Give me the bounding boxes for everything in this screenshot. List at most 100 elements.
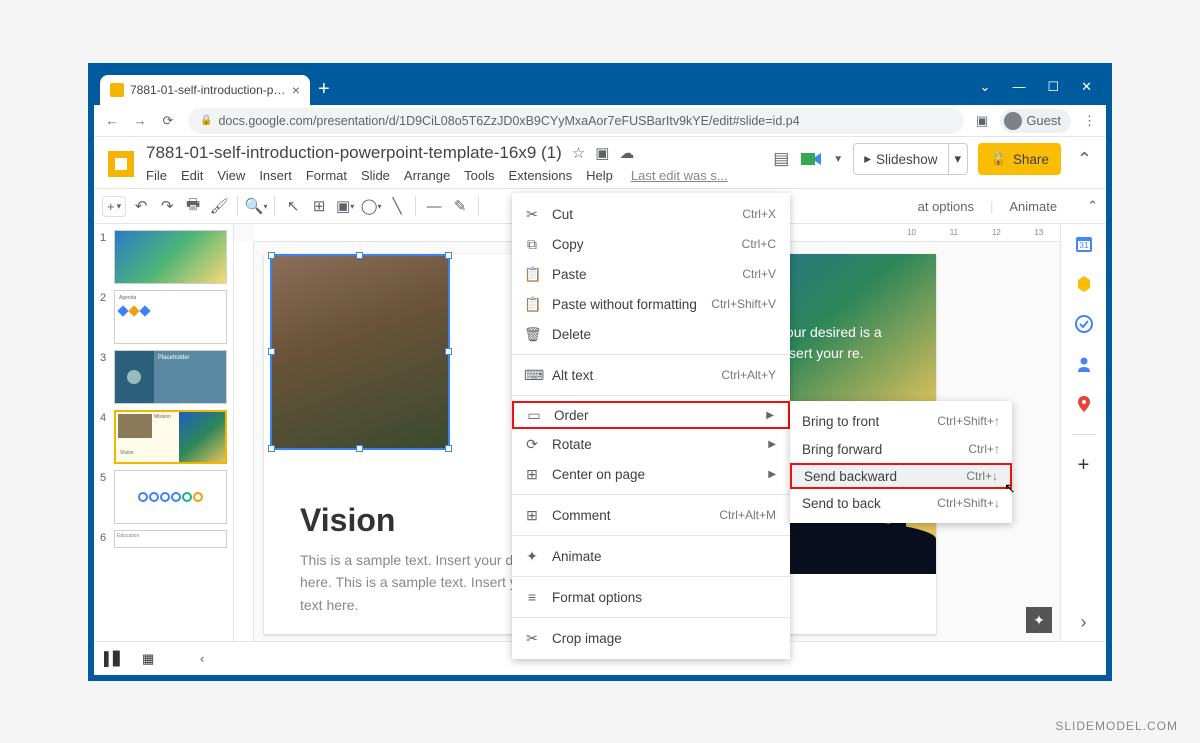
- tasks-icon[interactable]: [1074, 314, 1094, 334]
- format-options-btn[interactable]: at options: [918, 199, 974, 214]
- avatar-icon: [1004, 112, 1022, 130]
- url-field[interactable]: 🔒 docs.google.com/presentation/d/1D9CiL0…: [188, 108, 964, 134]
- back-icon[interactable]: ←: [104, 113, 120, 128]
- contacts-icon[interactable]: [1074, 354, 1094, 374]
- slide-thumb-3[interactable]: Placeholder: [114, 350, 227, 404]
- resize-handle[interactable]: [268, 445, 275, 452]
- slides-logo-icon[interactable]: [104, 147, 138, 181]
- slide-thumb-2[interactable]: Agenda: [114, 290, 227, 344]
- meet-icon[interactable]: [799, 147, 823, 171]
- explore-icon[interactable]: ✦: [1026, 607, 1052, 633]
- move-icon[interactable]: ▣: [595, 144, 609, 162]
- submenu-arrow-icon: ▶: [766, 410, 774, 421]
- browser-tab[interactable]: 7881-01-self-introduction-powe ×: [100, 75, 310, 105]
- new-tab-button[interactable]: +: [310, 78, 338, 105]
- menu-file[interactable]: File: [146, 168, 167, 183]
- cloud-status-icon[interactable]: ☁: [619, 144, 634, 162]
- redo-icon[interactable]: ↷: [156, 195, 178, 217]
- undo-icon[interactable]: ↶: [130, 195, 152, 217]
- filmstrip-view-icon[interactable]: ▌▋: [104, 651, 126, 667]
- line-icon[interactable]: ╲: [386, 195, 408, 217]
- close-tab-icon[interactable]: ×: [292, 82, 300, 98]
- thumb-num: 3: [100, 350, 110, 404]
- ctx-item-animate[interactable]: ✦Animate: [512, 541, 790, 571]
- animate-btn[interactable]: Animate: [1009, 199, 1057, 214]
- sub-item-bring-to-front[interactable]: Bring to frontCtrl+Shift+↑: [790, 407, 1012, 435]
- chevron-left-icon[interactable]: ‹: [200, 651, 204, 666]
- profile-pill[interactable]: Guest: [1000, 109, 1071, 133]
- chevron-down-icon[interactable]: ⌄: [980, 79, 991, 95]
- menu-edit[interactable]: Edit: [181, 168, 203, 183]
- image-icon[interactable]: ▣▾: [334, 195, 356, 217]
- shape-icon[interactable]: ◯▾: [360, 195, 382, 217]
- menu-tools[interactable]: Tools: [464, 168, 494, 183]
- new-slide-button[interactable]: +▾: [102, 196, 126, 217]
- slide-thumb-6[interactable]: Education: [114, 530, 227, 548]
- minimize-icon[interactable]: —: [1012, 79, 1025, 95]
- document-title[interactable]: 7881-01-self-introduction-powerpoint-tem…: [146, 143, 562, 163]
- ctx-item-delete[interactable]: 🗑Delete: [512, 319, 790, 349]
- calendar-icon[interactable]: 31: [1074, 234, 1094, 254]
- resize-handle[interactable]: [268, 348, 275, 355]
- menu-help[interactable]: Help: [586, 168, 613, 183]
- slide-thumb-1[interactable]: [114, 230, 227, 284]
- resize-handle[interactable]: [445, 252, 452, 259]
- select-tool-icon[interactable]: ↖: [282, 195, 304, 217]
- reload-icon[interactable]: ⟳: [160, 113, 176, 129]
- selected-image[interactable]: [270, 254, 450, 450]
- add-addon-icon[interactable]: +: [1074, 455, 1094, 475]
- side-panel-collapse-icon[interactable]: ›: [1081, 612, 1087, 633]
- forward-icon[interactable]: →: [132, 113, 148, 128]
- textbox-icon[interactable]: ⊞: [308, 195, 330, 217]
- menu-view[interactable]: View: [217, 168, 245, 183]
- line-style-icon[interactable]: —: [423, 195, 445, 217]
- ctx-item-paste[interactable]: 📋PasteCtrl+V: [512, 259, 790, 289]
- last-edit-link[interactable]: Last edit was s...: [631, 168, 728, 183]
- menu-arrange[interactable]: Arrange: [404, 168, 450, 183]
- toolbar-collapse-icon[interactable]: ⌃: [1087, 198, 1098, 214]
- slide-thumb-4[interactable]: MissionVision: [114, 410, 227, 464]
- sub-item-bring-forward[interactable]: Bring forwardCtrl+↑: [790, 435, 1012, 463]
- resize-handle[interactable]: [445, 445, 452, 452]
- grid-view-icon[interactable]: ▦: [142, 651, 164, 667]
- panel-icon[interactable]: ▣: [976, 113, 988, 129]
- resize-handle[interactable]: [445, 348, 452, 355]
- star-icon[interactable]: ☆: [572, 144, 585, 162]
- maps-icon[interactable]: [1074, 394, 1094, 414]
- pen-icon[interactable]: ✎: [449, 195, 471, 217]
- maximize-icon[interactable]: ☐: [1047, 79, 1059, 95]
- kebab-menu-icon[interactable]: ⋮: [1083, 113, 1096, 129]
- ctx-item-crop-image[interactable]: ✂Crop image: [512, 623, 790, 653]
- keep-icon[interactable]: [1074, 274, 1094, 294]
- ctx-item-center-on-page[interactable]: ⊞Center on page▶: [512, 459, 790, 489]
- sub-item-send-backward[interactable]: Send backwardCtrl+↓: [790, 463, 1012, 489]
- print-icon[interactable]: 🖶: [182, 195, 204, 217]
- menu-insert[interactable]: Insert: [259, 168, 292, 183]
- slideshow-button[interactable]: ▸Slideshow ▾: [853, 143, 968, 175]
- resize-handle[interactable]: [356, 445, 363, 452]
- ctx-item-alt-text[interactable]: ⌨Alt textCtrl+Alt+Y: [512, 360, 790, 390]
- ctx-item-order[interactable]: ▭Order▶: [512, 401, 790, 429]
- ctx-item-comment[interactable]: ⊞CommentCtrl+Alt+M: [512, 500, 790, 530]
- ctx-item-copy[interactable]: ⧉CopyCtrl+C: [512, 229, 790, 259]
- ctx-item-paste-without-formatting[interactable]: 📋Paste without formattingCtrl+Shift+V: [512, 289, 790, 319]
- resize-handle[interactable]: [268, 252, 275, 259]
- ctx-item-format-options[interactable]: ≡Format options: [512, 582, 790, 612]
- slide-thumb-5[interactable]: [114, 470, 227, 524]
- menu-extensions[interactable]: Extensions: [509, 168, 573, 183]
- comments-icon[interactable]: ▤: [773, 149, 789, 169]
- close-icon[interactable]: ✕: [1081, 79, 1092, 95]
- menu-slide[interactable]: Slide: [361, 168, 390, 183]
- menu-format[interactable]: Format: [306, 168, 347, 183]
- zoom-icon[interactable]: 🔍▾: [245, 195, 267, 217]
- share-button[interactable]: 🔒 Share: [978, 143, 1061, 175]
- slideshow-dropdown[interactable]: ▾: [948, 144, 968, 174]
- ctx-item-rotate[interactable]: ⟳Rotate▶: [512, 429, 790, 459]
- menubar: File Edit View Insert Format Slide Arran…: [146, 163, 728, 188]
- collapse-header-icon[interactable]: ⌃: [1071, 149, 1094, 170]
- sub-item-send-to-back[interactable]: Send to backCtrl+Shift+↓: [790, 489, 1012, 517]
- paint-format-icon[interactable]: 🖌: [208, 195, 230, 217]
- ctx-item-cut[interactable]: ✂CutCtrl+X: [512, 199, 790, 229]
- resize-handle[interactable]: [356, 252, 363, 259]
- thumbnail-panel[interactable]: 1 2Agenda 3Placeholder 4MissionVision 5 …: [94, 224, 234, 641]
